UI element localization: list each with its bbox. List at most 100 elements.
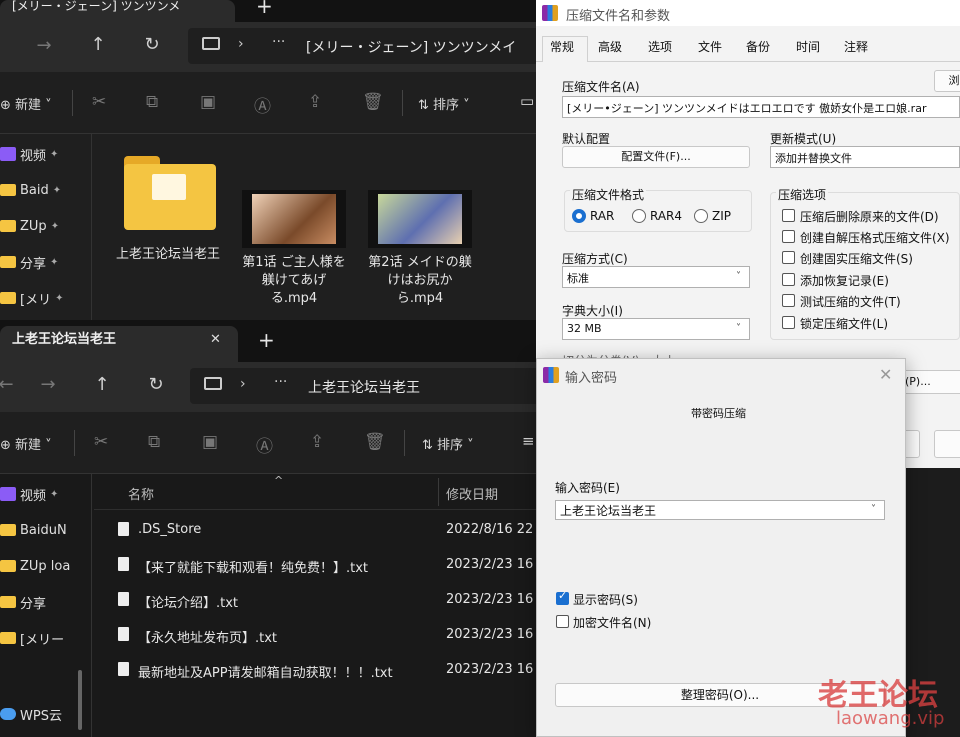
archive-name-input[interactable]: [メリー•ジェーン] ツンツンメイドはエロエロです 傲娇女仆是エロ娘.rar <box>562 96 960 118</box>
sidebar-item-baidu[interactable]: Baid ✦ <box>0 176 61 204</box>
tab-files[interactable]: 文件 <box>698 38 722 55</box>
table-row[interactable]: .DS_Store 2022/8/16 22 <box>94 514 540 544</box>
folder-name: 上老王论坛当老王 <box>115 247 220 262</box>
sidebar-item-mary[interactable]: [メリー <box>0 624 64 652</box>
tab-advanced[interactable]: 高级 <box>598 38 622 55</box>
tab-time[interactable]: 时间 <box>796 38 820 55</box>
format-zip-radio[interactable] <box>694 209 708 223</box>
sidebar-item-mary[interactable]: [メリ ✦ <box>0 284 63 312</box>
sort-button[interactable]: ⇅ 排序 ˅ <box>418 94 470 113</box>
tab-general-label[interactable]: 常规 <box>550 38 574 55</box>
recovery-label[interactable]: 添加恢复记录(E) <box>800 272 889 289</box>
copy-icon[interactable]: ⧉ <box>146 92 158 112</box>
sidebar-item-video[interactable]: 视频 ✦ <box>0 140 58 168</box>
address-bar[interactable]: › ··· [メリー・ジェーン] ツンツンメイ <box>188 28 540 64</box>
sfx-checkbox[interactable] <box>782 230 795 243</box>
delete-after-checkbox[interactable] <box>782 209 795 222</box>
column-divider[interactable] <box>438 478 439 506</box>
method-select[interactable]: 标准 <box>562 266 750 288</box>
tab-backup[interactable]: 备份 <box>746 38 770 55</box>
sfx-label[interactable]: 创建自解压格式压缩文件(X) <box>800 229 950 246</box>
pin-icon: ✦ <box>50 220 60 232</box>
lock-label[interactable]: 锁定压缩文件(L) <box>800 315 888 332</box>
set-password-label: (P)... <box>905 375 931 388</box>
table-row[interactable]: 【来了就能下载和观看！纯免费！】.txt 2023/2/23 16 <box>94 549 540 579</box>
tab-options[interactable]: 选项 <box>648 38 672 55</box>
browse-button[interactable]: 浏 <box>934 70 960 92</box>
refresh-icon[interactable]: ↻ <box>144 374 168 395</box>
encrypt-names-label[interactable]: 加密文件名(N) <box>573 614 651 631</box>
table-row[interactable]: 【论坛介绍】.txt 2023/2/23 16 <box>94 584 540 614</box>
new-tab-icon[interactable]: + <box>258 328 275 352</box>
solid-checkbox[interactable] <box>782 251 795 264</box>
copy-icon[interactable]: ⧉ <box>148 432 160 452</box>
share-icon[interactable]: ⇪ <box>308 92 322 112</box>
sidebar-item-zup[interactable]: ZUp loa <box>0 552 70 580</box>
format-rar-label[interactable]: RAR <box>590 209 614 223</box>
back-icon[interactable]: ← <box>0 374 18 395</box>
dict-select[interactable]: 32 MB <box>562 318 750 340</box>
delete-icon[interactable]: 🗑 <box>364 432 386 452</box>
more-icon[interactable]: ··· <box>272 34 285 50</box>
tab-current-folder[interactable]: [メリー・ジェーン] ツンツンメ <box>0 0 235 22</box>
sidebar-item-zup[interactable]: ZUp ✦ <box>0 212 59 240</box>
new-tab-icon[interactable]: + <box>256 0 273 18</box>
column-modified[interactable]: 修改日期 <box>446 484 498 503</box>
test-checkbox[interactable] <box>782 294 795 307</box>
rename-icon[interactable]: Ⓐ <box>254 92 271 117</box>
password-input[interactable]: 上老王论坛当老王 <box>555 500 885 520</box>
cut-icon[interactable]: ✂ <box>92 92 106 112</box>
video-item-2[interactable]: 第2话 メイドの躾けはお尻から.mp4 <box>362 190 478 308</box>
format-rar-radio[interactable] <box>572 209 586 223</box>
share-icon[interactable]: ⇪ <box>310 432 324 452</box>
sidebar-item-share[interactable]: 分享 <box>0 588 46 616</box>
update-mode-select[interactable]: 添加并替换文件 <box>770 146 960 168</box>
paste-icon[interactable]: ▣ <box>202 432 218 452</box>
cut-icon[interactable]: ✂ <box>94 432 108 452</box>
paste-icon[interactable]: ▣ <box>200 92 216 112</box>
dialog-title-bar[interactable]: 输入密码 ✕ <box>537 359 905 391</box>
view-icon[interactable]: ▭ <box>520 92 534 110</box>
table-row[interactable]: 最新地址及APP请发邮箱自动获取！！！.txt 2023/2/23 16 <box>94 654 540 684</box>
profile-button[interactable]: 配置文件(F)... <box>562 146 750 168</box>
close-icon[interactable]: ✕ <box>879 365 892 384</box>
set-password-button[interactable]: (P)... <box>902 370 960 394</box>
delete-after-label[interactable]: 压缩后删除原来的文件(D) <box>800 208 939 225</box>
solid-label[interactable]: 创建固实压缩文件(S) <box>800 250 913 267</box>
new-button[interactable]: ⊕ 新建 ˅ <box>0 94 52 113</box>
folder-item[interactable]: 上老王论坛当老王 <box>110 152 226 264</box>
close-tab-icon[interactable]: ✕ <box>210 326 221 354</box>
video-item-1[interactable]: 第1话 ご主人様を躾けてあげる.mp4 <box>236 190 352 308</box>
sort-button[interactable]: ⇅ 排序 ˅ <box>422 434 474 453</box>
rename-icon[interactable]: Ⓐ <box>256 432 273 457</box>
tab-comment[interactable]: 注释 <box>844 38 868 55</box>
encrypt-names-checkbox[interactable] <box>556 615 569 628</box>
sidebar-item-baidu[interactable]: BaiduN <box>0 516 67 544</box>
recovery-checkbox[interactable] <box>782 273 795 286</box>
forward-icon[interactable]: → <box>36 374 60 395</box>
refresh-icon[interactable]: ↻ <box>140 34 164 55</box>
delete-icon[interactable]: 🗑 <box>362 92 384 112</box>
format-rar4-label[interactable]: RAR4 <box>650 209 682 223</box>
more-icon[interactable]: ··· <box>274 374 287 390</box>
view-icon[interactable]: ≡ <box>522 432 535 450</box>
dialog-title-bar[interactable]: 压缩文件名和参数 <box>536 0 960 26</box>
sidebar-scrollbar[interactable] <box>78 670 82 730</box>
cancel-button[interactable] <box>934 430 960 458</box>
show-password-label[interactable]: 显示密码(S) <box>573 591 638 608</box>
format-rar4-radio[interactable] <box>632 209 646 223</box>
sidebar-item-video[interactable]: 视频 ✦ <box>0 480 58 508</box>
table-row[interactable]: 【永久地址发布页】.txt 2023/2/23 16 <box>94 619 540 649</box>
sidebar-item-share[interactable]: 分享 ✦ <box>0 248 58 276</box>
format-zip-label[interactable]: ZIP <box>712 209 731 223</box>
test-label[interactable]: 测试压缩的文件(T) <box>800 293 901 310</box>
up-icon[interactable]: ↑ <box>86 34 110 55</box>
address-bar[interactable]: › ··· 上老王论坛当老王 <box>190 368 540 404</box>
forward-icon[interactable]: → <box>32 35 56 56</box>
tab-current-folder[interactable]: 上老王论坛当老王 ✕ <box>0 326 238 362</box>
up-icon[interactable]: ↑ <box>90 374 114 395</box>
lock-checkbox[interactable] <box>782 316 795 329</box>
column-name[interactable]: 名称 <box>128 484 154 503</box>
new-button[interactable]: ⊕ 新建 ˅ <box>0 434 52 453</box>
sidebar-item-wps[interactable]: WPS云 <box>0 700 62 728</box>
